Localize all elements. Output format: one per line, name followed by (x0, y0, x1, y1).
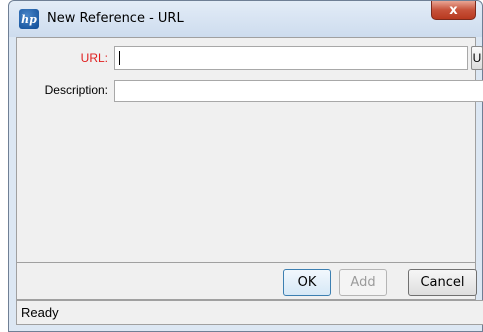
hp-logo-icon: hp (19, 9, 39, 29)
url-input[interactable] (114, 46, 468, 70)
close-icon: x (449, 2, 458, 18)
url-lookup-button[interactable]: U (471, 46, 483, 70)
cancel-button[interactable]: Cancel (408, 269, 477, 296)
ok-button[interactable]: OK (283, 269, 331, 296)
app-icon-text: hp (21, 12, 37, 26)
description-label: Description: (44, 83, 108, 97)
url-label: URL: (80, 51, 108, 65)
add-button[interactable]: Add (339, 269, 387, 296)
footer-divider (17, 262, 475, 263)
status-bar: Ready (16, 300, 483, 325)
title-bar[interactable]: hp New Reference - URL x (9, 1, 482, 37)
dialog-window: hp New Reference - URL x URL: U Descript… (8, 0, 483, 332)
window-title: New Reference - URL (47, 11, 184, 26)
description-input[interactable] (114, 80, 483, 102)
close-button[interactable]: x (431, 1, 476, 20)
form-panel: URL: U Description: OK Add Cancel (16, 37, 483, 300)
text-caret (119, 51, 120, 65)
status-text: Ready (21, 305, 59, 320)
